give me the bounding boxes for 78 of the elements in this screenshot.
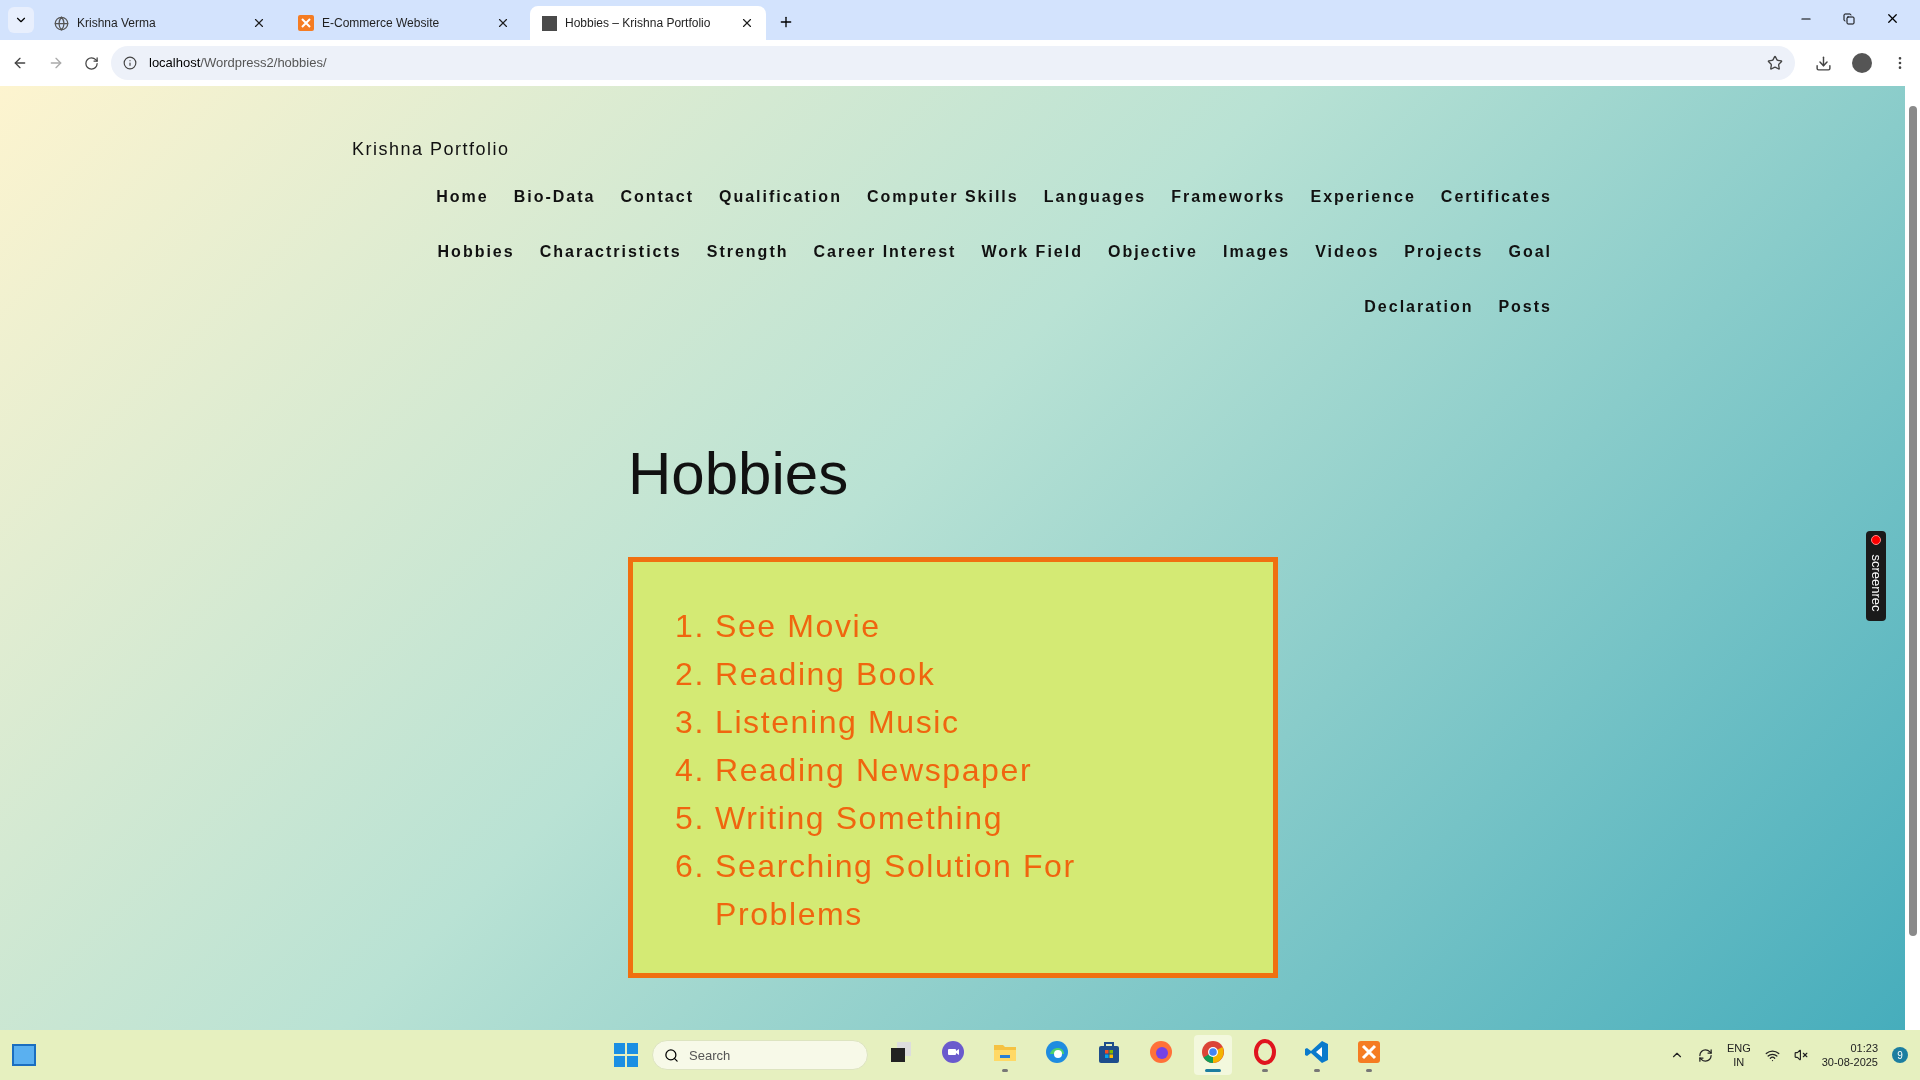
nav-link[interactable]: Strength	[706, 240, 789, 264]
restore-icon[interactable]	[1843, 12, 1855, 25]
hobby-item: See Movie	[715, 607, 882, 646]
info-icon	[123, 56, 137, 70]
site-title[interactable]: Krishna Portfolio	[352, 136, 1552, 163]
notification-badge[interactable]: 9	[1892, 1047, 1908, 1063]
nav-link[interactable]: Work Field	[981, 240, 1083, 264]
nav-link[interactable]: Certificates	[1440, 185, 1552, 209]
xampp-icon	[1356, 1038, 1382, 1065]
xampp-icon	[298, 15, 314, 31]
download-icon[interactable]	[1815, 54, 1832, 72]
tricolor-circle-icon	[1200, 1038, 1226, 1065]
nav-link[interactable]: Projects	[1404, 240, 1484, 264]
nav-link[interactable]: Contact	[620, 185, 694, 209]
list-number: 6.	[674, 847, 705, 886]
profile-avatar[interactable]	[1852, 53, 1872, 73]
recorder-tab[interactable]: screenrec	[1866, 531, 1886, 621]
nav-link[interactable]: Languages	[1043, 185, 1147, 209]
list-number: 1.	[674, 607, 705, 646]
close-icon[interactable]	[740, 16, 754, 30]
close-icon[interactable]	[1885, 11, 1900, 26]
nav-link[interactable]: Career Interest	[813, 240, 957, 264]
taskbar-search-field[interactable]: Search	[652, 1040, 868, 1070]
scrollbar-thumb[interactable]	[1908, 106, 1917, 936]
nav-link[interactable]: Declaration	[1364, 295, 1474, 319]
close-icon[interactable]	[252, 16, 266, 30]
nav-link[interactable]: Bio-Data	[513, 185, 596, 209]
hobby-item: Listening Music	[715, 703, 961, 742]
ring-icon	[1252, 1038, 1278, 1065]
nav-link[interactable]: Goal	[1508, 240, 1552, 264]
list-number: 3.	[674, 703, 705, 742]
nav-link[interactable]: Posts	[1498, 295, 1552, 319]
nav-link[interactable]: Videos	[1315, 240, 1380, 264]
video-chat-icon	[940, 1038, 966, 1065]
nav-link[interactable]: Frameworks	[1171, 185, 1286, 209]
clock[interactable]: 01:23 30-08-2025	[1821, 1041, 1878, 1069]
wifi-icon[interactable]	[1764, 1047, 1780, 1063]
profile-photo-icon	[542, 15, 557, 31]
list-number: 5.	[674, 799, 705, 838]
nav-link[interactable]: Charactristicts	[539, 240, 682, 264]
tab-title: E-Commerce Website	[322, 15, 441, 32]
close-icon[interactable]	[496, 16, 510, 30]
nav-link[interactable]: Experience	[1310, 185, 1416, 209]
tab-title: Hobbies – Krishna Portfolio	[565, 15, 712, 32]
bookmark-star-icon[interactable]	[1767, 55, 1783, 71]
list-number: 2.	[674, 655, 705, 694]
tab-list-button[interactable]	[8, 7, 34, 33]
tab-title: Krishna Verma	[77, 15, 157, 32]
hobby-item: Searching Solution For Problems	[715, 847, 1077, 934]
new-tab-icon[interactable]	[778, 14, 794, 30]
recorder-label: screenrec	[1867, 554, 1885, 612]
wave-circle-icon	[1044, 1038, 1070, 1065]
nav-link[interactable]: Computer Skills	[866, 185, 1019, 209]
nav-link[interactable]: Hobbies	[437, 240, 515, 264]
nav-link[interactable]: Qualification	[719, 185, 842, 209]
hobby-item: Reading Book	[715, 655, 937, 694]
back-icon[interactable]	[12, 55, 28, 71]
code-editor-icon	[1304, 1038, 1330, 1065]
windows-logo-icon[interactable]	[614, 1043, 638, 1067]
search-icon	[664, 1048, 679, 1063]
address-bar[interactable]: localhost/Wordpress2/hobbies/	[111, 46, 1795, 80]
hobby-item: Writing Something	[715, 799, 1005, 838]
url-text: localhost/Wordpress2/hobbies/	[149, 54, 327, 73]
browser-tab[interactable]: Hobbies – Krishna Portfolio	[530, 6, 766, 40]
browser-tab[interactable]: E-Commerce Website	[286, 6, 522, 40]
nav-link[interactable]: Objective	[1107, 240, 1198, 264]
fox-globe-icon	[1148, 1038, 1174, 1065]
hobby-item: Reading Newspaper	[715, 751, 1034, 790]
language-indicator[interactable]: ENG IN	[1726, 1041, 1751, 1069]
reload-icon[interactable]	[84, 55, 99, 71]
nav-link[interactable]: Home	[436, 185, 489, 209]
globe-icon	[54, 15, 69, 31]
muted-speaker-icon[interactable]	[1793, 1048, 1808, 1062]
browser-tab[interactable]: Krishna Verma	[42, 6, 278, 40]
page-heading: Hobbies	[628, 444, 850, 504]
nav-link[interactable]: Images	[1223, 240, 1291, 264]
list-number: 4.	[674, 751, 705, 790]
sync-icon[interactable]	[1697, 1047, 1713, 1063]
